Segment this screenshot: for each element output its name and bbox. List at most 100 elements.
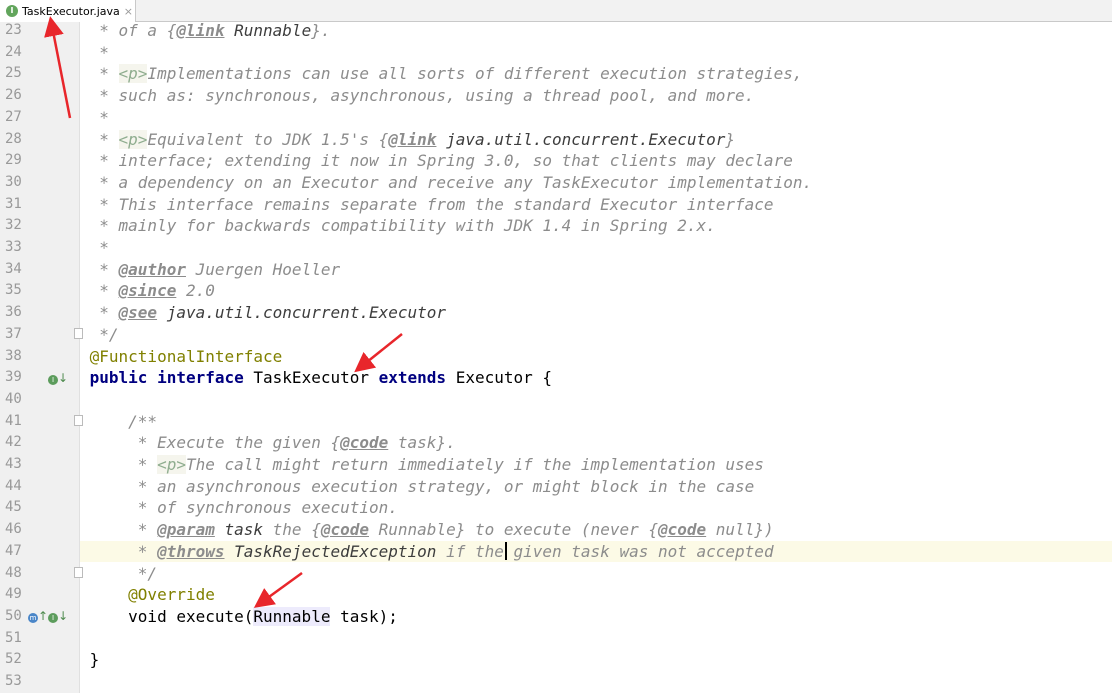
editor-tab-bar: I TaskExecutor.java × xyxy=(0,0,1112,22)
line-number: 37 xyxy=(5,325,22,342)
line-number: 49 xyxy=(5,586,22,603)
line-number: 48 xyxy=(5,564,22,581)
code-token: task xyxy=(214,520,264,540)
code-token: @see xyxy=(118,303,158,323)
code-line[interactable]: * <p>Equivalent to JDK 1.5's {@link java… xyxy=(80,129,735,151)
code-line[interactable]: * xyxy=(80,42,109,64)
code-line[interactable]: * @param task the {@code Runnable} to ex… xyxy=(80,519,774,541)
code-editor[interactable]: * of a {@link Runnable}. * * <p>Implemen… xyxy=(80,20,1112,693)
code-line[interactable]: void execute(Runnable task); xyxy=(80,606,398,628)
code-line[interactable]: * This interface remains separate from t… xyxy=(80,194,774,216)
code-line[interactable]: * xyxy=(80,107,109,129)
code-token: * such as: synchronous, asynchronous, us… xyxy=(80,86,755,106)
implemented-interface-marker[interactable]: I ↓ xyxy=(48,371,68,385)
code-line[interactable]: public interface TaskExecutor extends Ex… xyxy=(80,367,552,389)
code-line[interactable]: @Override xyxy=(80,584,215,606)
code-token: * xyxy=(80,520,158,540)
code-token: task}. xyxy=(388,433,456,453)
code-token: * xyxy=(80,541,158,561)
line-number: 24 xyxy=(5,43,22,60)
line-number: 52 xyxy=(5,651,22,668)
code-token: <p> xyxy=(118,129,148,149)
code-token: @code xyxy=(340,433,389,453)
code-token: TaskRejectedException xyxy=(224,541,437,561)
code-token: Runnable xyxy=(253,606,331,626)
code-token: @FunctionalInterface xyxy=(80,346,283,366)
arrow-down-icon: ↓ xyxy=(58,609,69,623)
code-token: @throws xyxy=(157,541,225,561)
code-token: @link xyxy=(176,21,225,40)
code-line[interactable]: * mainly for backwards compatibility wit… xyxy=(80,215,716,237)
fold-end-icon[interactable] xyxy=(74,567,83,578)
code-line[interactable]: * @author Juergen Hoeller xyxy=(80,259,340,281)
code-token: @code xyxy=(657,520,707,540)
line-number: 43 xyxy=(5,456,22,472)
code-token: void execute( xyxy=(80,606,254,626)
line-number: 51 xyxy=(5,629,22,646)
fold-start-icon[interactable] xyxy=(74,415,83,426)
code-token: } xyxy=(725,129,736,149)
code-token: * a dependency on an Executor and receiv… xyxy=(80,172,813,192)
code-token: The call might return immediately if the… xyxy=(185,455,764,474)
fold-end-icon[interactable] xyxy=(74,328,83,339)
code-token: the { xyxy=(263,520,321,540)
code-token: @Override xyxy=(80,585,215,605)
code-token: @code xyxy=(320,520,369,540)
code-line[interactable]: */ xyxy=(80,324,119,346)
code-token: TaskExecutor xyxy=(243,368,379,388)
code-token: * Execute the given { xyxy=(80,433,341,453)
code-line[interactable]: * of synchronous execution. xyxy=(80,497,398,519)
code-token: @author xyxy=(118,259,186,279)
line-number: 47 xyxy=(5,542,22,559)
line-number: 39 xyxy=(5,369,22,386)
line-number: 25 xyxy=(5,65,22,82)
code-line[interactable]: * an asynchronous execution strategy, or… xyxy=(80,476,755,498)
code-token: java.util.concurrent.Executor xyxy=(157,303,447,323)
code-token: * xyxy=(80,455,158,474)
code-line[interactable]: } xyxy=(80,649,100,671)
code-line[interactable]: * <p>The call might return immediately i… xyxy=(80,454,764,476)
code-token: * of synchronous execution. xyxy=(80,498,398,518)
arrow-down-icon: ↓ xyxy=(58,371,69,385)
code-token: */ xyxy=(80,324,119,344)
code-line[interactable]: * @since 2.0 xyxy=(80,280,215,302)
code-line[interactable]: * of a {@link Runnable}. xyxy=(80,20,330,42)
interface-icon: I xyxy=(48,613,59,623)
code-token: @since xyxy=(118,281,177,301)
close-icon[interactable]: × xyxy=(124,5,133,18)
line-number: 34 xyxy=(5,260,22,277)
code-token: <p> xyxy=(157,455,186,474)
code-line[interactable]: * xyxy=(80,237,109,259)
code-token: * interface; extending it now in Spring … xyxy=(80,151,793,171)
code-line[interactable]: */ xyxy=(80,563,157,585)
code-line[interactable]: @FunctionalInterface xyxy=(80,346,283,368)
code-line[interactable]: * @throws TaskRejectedException if the g… xyxy=(80,541,774,563)
code-token: @param xyxy=(157,520,215,540)
override-method-marker[interactable]: m ↑ I ↓ xyxy=(28,609,68,623)
code-line[interactable]: /** xyxy=(80,411,157,433)
code-token: * xyxy=(80,42,109,62)
line-number: 33 xyxy=(5,239,22,255)
code-token: public interface xyxy=(80,368,244,388)
code-token: Executor { xyxy=(446,368,553,388)
file-tab-taskexecutor[interactable]: I TaskExecutor.java × xyxy=(0,0,136,22)
code-token: */ xyxy=(80,563,158,583)
code-token: }. xyxy=(311,21,331,40)
line-number: 42 xyxy=(5,434,22,451)
arrow-up-icon: ↑ xyxy=(38,609,49,623)
line-number: 35 xyxy=(5,282,22,299)
code-line[interactable]: * @see java.util.concurrent.Executor xyxy=(80,302,446,324)
code-line[interactable]: * a dependency on an Executor and receiv… xyxy=(80,172,812,194)
code-line[interactable]: * interface; extending it now in Spring … xyxy=(80,150,793,172)
code-token: * xyxy=(80,107,109,127)
code-token: * xyxy=(80,303,119,323)
code-token: * xyxy=(80,64,119,84)
code-token: Equivalent to JDK 1.5's { xyxy=(147,129,389,149)
line-number: 53 xyxy=(5,673,22,689)
code-token: Juergen Hoeller xyxy=(185,259,341,279)
code-token: * This interface remains separate from t… xyxy=(80,194,774,214)
code-line[interactable]: * such as: synchronous, asynchronous, us… xyxy=(80,85,754,107)
code-line[interactable]: * <p>Implementations can use all sorts o… xyxy=(80,63,802,85)
line-number: 31 xyxy=(5,195,22,212)
code-line[interactable]: * Execute the given {@code task}. xyxy=(80,432,456,454)
